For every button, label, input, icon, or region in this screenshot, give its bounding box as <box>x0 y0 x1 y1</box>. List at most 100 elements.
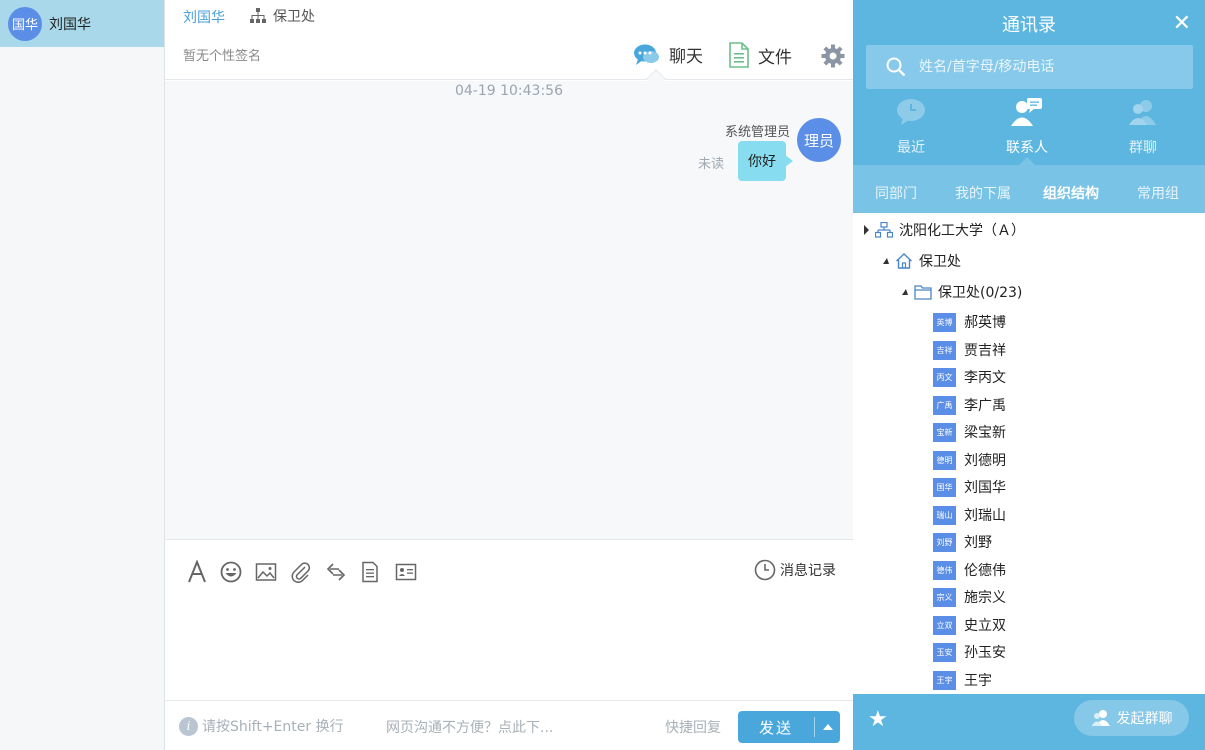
avatar: 德伟 <box>933 560 956 580</box>
business-card-icon[interactable] <box>394 560 418 584</box>
compose-area: 消息记录 i 请按Shift+Enter 换行 网页沟通不方便？点此下... 快… <box>165 539 853 750</box>
tree-node-org[interactable]: 沈阳化工大学（Ａ） <box>864 220 1025 240</box>
message-area[interactable]: 04-19 10:43:56 系统管理员 理员 未读 你好 <box>165 81 853 539</box>
chat-header: 刘国华 保卫处 暂无个性签名 聊天 文件 <box>165 0 853 80</box>
contact-name: 李广禹 <box>964 398 1006 414</box>
avatar: 宝新 <box>933 422 956 442</box>
screenshot-icon[interactable] <box>324 560 348 584</box>
send-button[interactable]: 发送 <box>738 711 840 743</box>
tree-node-label: 保卫处 <box>919 254 961 270</box>
document-icon[interactable] <box>358 560 382 584</box>
tab-chat[interactable]: 聊天 <box>633 42 703 67</box>
chat-bubble-icon <box>634 44 659 65</box>
quick-reply-button[interactable]: 快捷回复 <box>665 717 721 737</box>
chat-panel: 刘国华 保卫处 暂无个性签名 聊天 文件 04-19 10:43:56 系统管理… <box>165 0 853 750</box>
contact-person[interactable]: 国华 刘国华 <box>933 477 1006 497</box>
start-group-chat-button[interactable]: 发起群聊 <box>1074 700 1189 736</box>
folder-icon <box>914 285 932 300</box>
avatar: 吉祥 <box>933 340 956 360</box>
tab-contacts-label: 联系人 <box>1006 140 1048 156</box>
close-icon[interactable]: ✕ <box>1173 13 1191 35</box>
avatar: 玉安 <box>933 642 956 662</box>
start-group-chat-label: 发起群聊 <box>1116 711 1173 727</box>
caret-up-icon <box>822 724 833 730</box>
contacts-footer: ★ 发起群聊 <box>853 694 1205 750</box>
contact-name: 郝英博 <box>964 315 1006 331</box>
contact-name: 史立双 <box>964 618 1006 634</box>
contact-person[interactable]: 宗义 施宗义 <box>933 587 1006 607</box>
expand-arrow-icon <box>864 225 869 235</box>
contacts-search[interactable] <box>866 45 1193 89</box>
tab-groups-label: 群聊 <box>1129 140 1157 156</box>
tab-groups[interactable]: 群聊 <box>1085 95 1201 157</box>
tab-recent-label: 最近 <box>897 140 925 156</box>
emoji-icon[interactable] <box>219 560 243 584</box>
contact-person[interactable]: 瑞山 刘瑞山 <box>933 505 1006 525</box>
search-input[interactable] <box>919 59 1179 75</box>
send-options-button[interactable] <box>815 724 840 730</box>
active-tab-pointer <box>1019 157 1035 165</box>
contact-person[interactable]: 玉安 孙玉安 <box>933 642 1006 662</box>
subtab-org-structure[interactable]: 组织结构 <box>1043 183 1099 203</box>
contact-person[interactable]: 广禹 李广禹 <box>933 395 1006 415</box>
contact-name-link[interactable]: 刘国华 <box>183 7 225 27</box>
contact-name: 刘瑞山 <box>964 508 1006 524</box>
contact-name: 刘国华 <box>964 480 1006 496</box>
avatar: 瑞山 <box>933 505 956 525</box>
newline-hint-text: 请按Shift+Enter 换行 <box>202 719 344 735</box>
contact-name: 王宇 <box>964 673 992 689</box>
tree-node-dept[interactable]: 保卫处 <box>883 251 961 271</box>
contact-person[interactable]: 德伟 伦德伟 <box>933 560 1006 580</box>
tab-file-label: 文件 <box>758 47 792 68</box>
contact-person[interactable]: 丙文 李丙文 <box>933 367 1006 387</box>
contact-person[interactable]: 王宇 王宇 <box>933 670 992 690</box>
subtab-subordinates[interactable]: 我的下属 <box>955 183 1011 203</box>
contact-name: 李丙文 <box>964 370 1006 386</box>
image-icon[interactable] <box>254 560 278 584</box>
avatar: 英博 <box>933 312 956 332</box>
compose-footer: i 请按Shift+Enter 换行 网页沟通不方便？点此下... 快捷回复 发… <box>165 700 853 750</box>
settings-gear-icon[interactable] <box>821 44 845 72</box>
message-sender: 系统管理员 <box>724 125 790 140</box>
star-icon[interactable]: ★ <box>868 707 888 732</box>
department-label: 保卫处 <box>273 9 315 25</box>
contact-person[interactable]: 德明 刘德明 <box>933 450 1006 470</box>
org-tree: 沈阳化工大学（Ａ） 保卫处 保卫处(0/23) 英博 郝英博 吉祥 贾吉祥 丙文 李丙… <box>853 213 1205 694</box>
contact-name: 梁宝新 <box>964 425 1006 441</box>
avatar: 刘野 <box>933 532 956 552</box>
download-link[interactable]: 网页沟通不方便？点此下... <box>386 717 553 737</box>
contact-name: 伦德伟 <box>964 563 1006 579</box>
contact-person[interactable]: 英博 郝英博 <box>933 312 1006 332</box>
avatar: 宗义 <box>933 587 956 607</box>
tab-file[interactable]: 文件 <box>728 42 792 68</box>
tab-recent[interactable]: 最近 <box>853 95 969 157</box>
font-icon[interactable] <box>185 560 209 584</box>
subtab-same-dept[interactable]: 同部门 <box>875 183 917 203</box>
attachment-icon[interactable] <box>289 560 313 584</box>
avatar[interactable]: 理员 <box>797 118 841 162</box>
home-icon <box>896 253 912 269</box>
conversation-item[interactable]: 国华 刘国华 <box>0 0 164 47</box>
tree-node-group[interactable]: 保卫处(0/23) <box>902 282 1022 302</box>
tab-contacts[interactable]: 联系人 <box>969 95 1085 157</box>
contact-person[interactable]: 吉祥 贾吉祥 <box>933 340 1006 360</box>
conversation-list: 国华 刘国华 <box>0 0 165 750</box>
contact-person[interactable]: 立双 史立双 <box>933 615 1006 635</box>
chat-bubble-icon <box>897 99 925 125</box>
clock-icon <box>754 559 776 581</box>
search-icon <box>886 57 906 77</box>
contact-person[interactable]: 宝新 梁宝新 <box>933 422 1006 442</box>
org-chart-icon <box>250 8 266 23</box>
contacts-panel: 通讯录 ✕ 最近 联系人 群聊 同部门 我的下属 组织结构 <box>853 0 1205 750</box>
contact-person[interactable]: 刘野 刘野 <box>933 532 992 552</box>
group-icon <box>1091 710 1110 726</box>
group-icon <box>1129 100 1156 125</box>
avatar: 丙文 <box>933 367 956 387</box>
tree-node-label: 保卫处(0/23) <box>938 285 1023 301</box>
info-icon: i <box>179 716 198 736</box>
contacts-header: 通讯录 ✕ 最近 联系人 群聊 同部门 我的下属 组织结构 <box>853 0 1205 213</box>
department-link[interactable]: 保卫处 <box>249 6 315 26</box>
subtab-common-groups[interactable]: 常用组 <box>1137 183 1179 203</box>
document-icon <box>729 42 749 68</box>
message-history-button[interactable]: 消息记录 <box>754 559 836 581</box>
